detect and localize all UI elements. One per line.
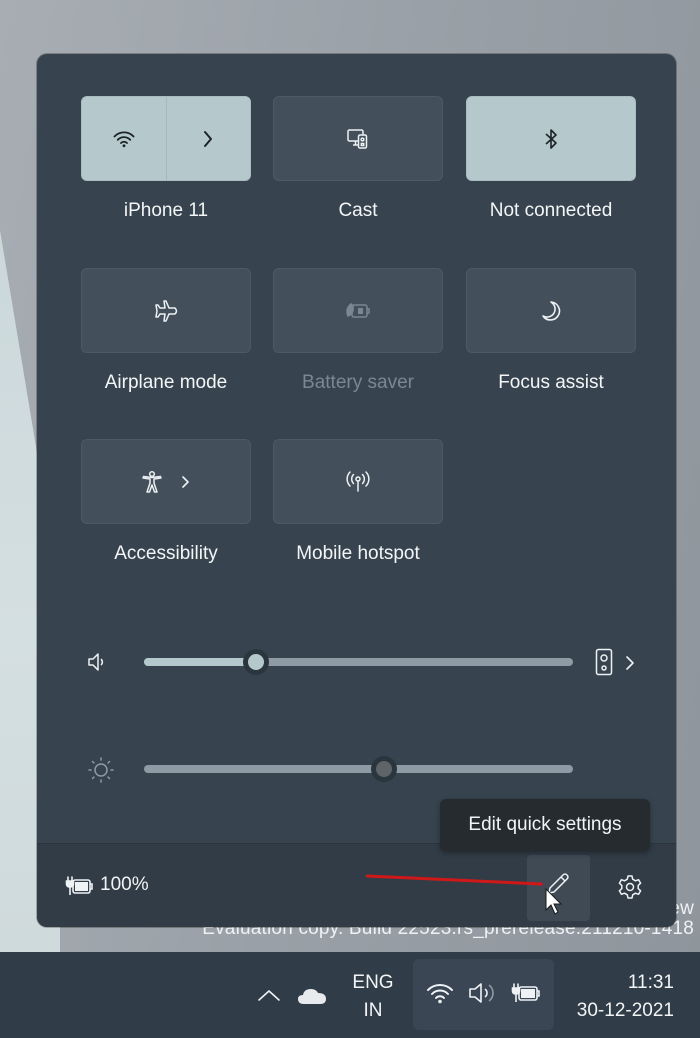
battery-charging-icon	[511, 982, 543, 1004]
clock-date: 30-12-2021	[576, 1000, 674, 1021]
volume-icon	[467, 980, 499, 1006]
wifi-icon	[426, 982, 454, 1004]
onedrive-icon[interactable]	[297, 987, 327, 1005]
edit-quick-settings-tooltip: Edit quick settings	[440, 799, 650, 851]
annotation-arrow	[365, 874, 543, 886]
taskbar: ENG IN 11:31 30-12-2021	[0, 952, 700, 1038]
language-code: ENG	[352, 972, 394, 993]
chevron-up-icon[interactable]	[257, 988, 281, 1002]
clock-time: 11:31	[627, 972, 674, 993]
system-tray-group[interactable]	[413, 959, 554, 1030]
mouse-cursor-icon	[545, 887, 563, 915]
annotation-overlay	[365, 874, 563, 915]
language-region: IN	[363, 1000, 383, 1021]
